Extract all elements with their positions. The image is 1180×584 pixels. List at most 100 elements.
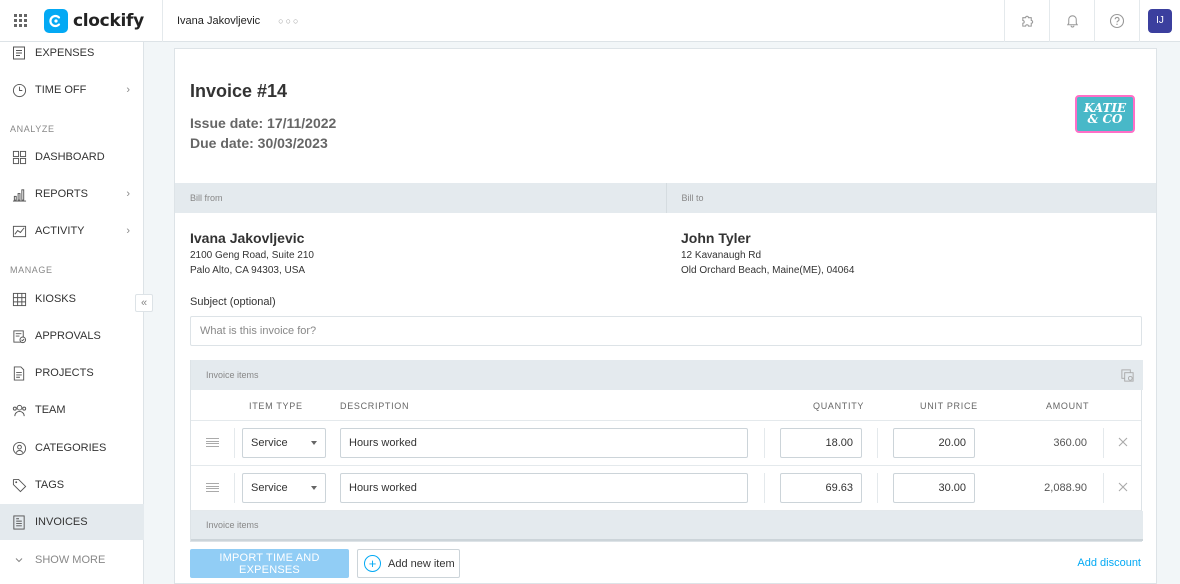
- cell-divider: [764, 473, 765, 503]
- company-logo[interactable]: KATIE & CO: [1075, 95, 1135, 133]
- caret-down-icon: [311, 486, 317, 490]
- subject-input[interactable]: [190, 316, 1142, 346]
- sidebar-item-label: CATEGORIES: [35, 442, 107, 454]
- team-icon: [11, 402, 27, 418]
- remove-item-icon[interactable]: [1116, 480, 1130, 494]
- sidebar-item-time-off[interactable]: TIME OFF ›: [0, 72, 144, 108]
- copy-icon[interactable]: [1120, 368, 1135, 385]
- drag-handle-icon[interactable]: [206, 438, 219, 447]
- sidebar-item-show-more[interactable]: SHOW MORE: [0, 542, 144, 578]
- top-bar: clockify Ivana Jakovljevic ○○○ IJ: [0, 0, 1180, 42]
- sidebar-item-kiosks[interactable]: KIOSKS: [0, 281, 144, 317]
- sidebar-item-projects[interactable]: PROJECTS: [0, 355, 144, 391]
- item-quantity-input[interactable]: 69.63: [780, 473, 862, 503]
- collapse-sidebar-button[interactable]: «: [135, 294, 153, 312]
- add-new-item-button[interactable]: + Add new item: [357, 549, 460, 578]
- avatar[interactable]: IJ: [1148, 8, 1172, 33]
- item-description-input[interactable]: Hours worked: [340, 473, 748, 503]
- workspace-menu-icon[interactable]: ○○○: [278, 16, 300, 26]
- remove-item-icon[interactable]: [1116, 435, 1130, 449]
- topbar-divider: [162, 0, 163, 42]
- item-type-value: Service: [251, 437, 288, 449]
- reports-icon: [11, 186, 27, 202]
- chevron-right-icon: ›: [126, 84, 130, 96]
- section-manage: MANAGE: [10, 265, 53, 275]
- clockify-mark-icon: [44, 8, 68, 33]
- item-type-select[interactable]: Service: [242, 428, 326, 458]
- item-amount: 360.00: [1053, 437, 1087, 449]
- subject-label: Subject (optional): [190, 296, 276, 308]
- sidebar-item-team[interactable]: TEAM: [0, 392, 144, 428]
- issue-date[interactable]: Issue date: 17/11/2022: [190, 115, 336, 131]
- items-header: ITEM TYPE DESCRIPTION QUANTITY UNIT PRIC…: [191, 390, 1141, 421]
- tag-icon: [11, 477, 27, 493]
- puzzle-icon[interactable]: [1004, 0, 1049, 42]
- cell-divider: [234, 473, 235, 503]
- bill-to-address-2: Old Orchard Beach, Maine(ME), 04064: [681, 265, 855, 276]
- col-description: DESCRIPTION: [340, 401, 410, 411]
- col-unit-price: UNIT PRICE: [920, 401, 978, 411]
- bill-to-name: John Tyler: [681, 230, 751, 246]
- section-analyze: ANALYZE: [10, 124, 55, 134]
- dashboard-icon: [11, 149, 27, 165]
- sidebar-item-label: APPROVALS: [35, 330, 101, 342]
- sidebar-item-approvals[interactable]: APPROVALS: [0, 318, 144, 354]
- workspace-name[interactable]: Ivana Jakovljevic: [177, 15, 260, 27]
- bill-from-label: Bill from: [190, 193, 223, 203]
- item-unit-price-input[interactable]: 30.00: [893, 473, 975, 503]
- sidebar-item-label: DASHBOARD: [35, 151, 105, 163]
- kiosk-icon: [11, 291, 27, 307]
- invoices-icon: [11, 514, 27, 530]
- sidebar-item-expenses[interactable]: EXPENSES: [0, 35, 144, 71]
- cell-divider: [1103, 428, 1104, 458]
- app-name: clockify: [73, 10, 144, 31]
- activity-icon: [11, 223, 27, 239]
- table-row: Service Hours worked 69.63 30.00 2,088.9…: [191, 466, 1141, 511]
- due-date[interactable]: Due date: 30/03/2023: [190, 135, 328, 151]
- bill-to-label: Bill to: [665, 183, 1157, 213]
- col-amount: AMOUNT: [1046, 401, 1090, 411]
- plus-circle-icon: +: [364, 555, 381, 572]
- invoice-card: Invoice #14 Issue date: 17/11/2022 Due d…: [174, 48, 1157, 584]
- item-amount: 2,088.90: [1044, 482, 1087, 494]
- caret-down-icon: [311, 441, 317, 445]
- sidebar-item-label: SHOW MORE: [35, 554, 106, 566]
- cell-divider: [764, 428, 765, 458]
- sidebar-item-activity[interactable]: ACTIVITY ›: [0, 213, 144, 249]
- sidebar-item-label: INVOICES: [35, 516, 88, 528]
- sidebar-item-label: TIME OFF: [35, 84, 87, 96]
- table-row: Service Hours worked 18.00 20.00 360.00: [191, 421, 1141, 466]
- bell-icon[interactable]: [1049, 0, 1094, 42]
- clockify-logo[interactable]: clockify: [44, 8, 148, 33]
- add-discount-link[interactable]: Add discount: [1077, 557, 1141, 569]
- items-section-title: Invoice items: [206, 370, 259, 380]
- item-type-select[interactable]: Service: [242, 473, 326, 503]
- cell-divider: [1103, 473, 1104, 503]
- item-quantity-input[interactable]: 18.00: [780, 428, 862, 458]
- help-icon[interactable]: [1094, 0, 1139, 42]
- sidebar-item-reports[interactable]: REPORTS ›: [0, 176, 144, 212]
- chevron-right-icon: ›: [126, 188, 130, 200]
- drag-handle-icon[interactable]: [206, 483, 219, 492]
- item-unit-price-input[interactable]: 20.00: [893, 428, 975, 458]
- invoice-items-table: Invoice items ITEM TYPE DESCRIPTION QUAN…: [190, 360, 1143, 542]
- cell-divider: [877, 428, 878, 458]
- sidebar-item-tags[interactable]: TAGS: [0, 467, 144, 503]
- bill-header: Bill from Bill to: [175, 183, 1156, 213]
- import-time-expenses-button[interactable]: IMPORT TIME AND EXPENSES: [190, 549, 349, 578]
- bill-from-name: Ivana Jakovljevic: [190, 230, 305, 246]
- item-description-input[interactable]: Hours worked: [340, 428, 748, 458]
- sidebar-item-invoices[interactable]: INVOICES: [0, 504, 144, 540]
- chevron-right-icon: ›: [126, 225, 130, 237]
- sidebar-item-categories[interactable]: CATEGORIES: [0, 430, 144, 466]
- avatar-container: IJ: [1139, 0, 1180, 42]
- col-item-type: ITEM TYPE: [249, 401, 303, 411]
- add-new-item-label: Add new item: [388, 557, 455, 570]
- items-section-label: Invoice items: [191, 360, 1143, 390]
- approvals-icon: [11, 328, 27, 344]
- sidebar-item-label: PROJECTS: [35, 367, 94, 379]
- chevron-down-icon: [11, 552, 27, 568]
- sidebar-item-dashboard[interactable]: DASHBOARD: [0, 139, 144, 175]
- categories-icon: [11, 440, 27, 456]
- sidebar-item-label: TAGS: [35, 479, 65, 491]
